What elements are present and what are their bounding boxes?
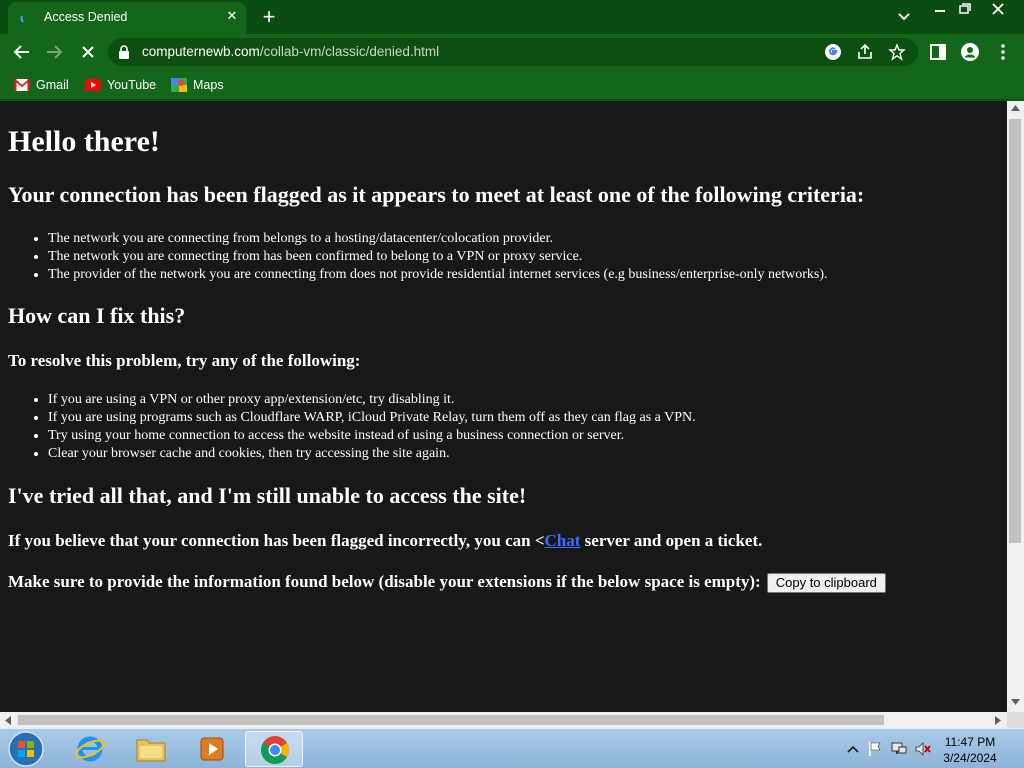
minimize-icon[interactable]: [928, 0, 952, 18]
close-window-icon[interactable]: [986, 0, 1010, 18]
contact-suffix: server and open a ticket.: [580, 531, 763, 550]
bookmark-star-icon[interactable]: [888, 43, 906, 61]
vertical-scrollbar[interactable]: [1007, 101, 1024, 712]
gmail-icon: [14, 79, 30, 91]
lock-icon[interactable]: [118, 45, 130, 59]
list-item: Clear your browser cache and cookies, th…: [48, 445, 696, 463]
clock-date: 3/24/2024: [943, 751, 997, 765]
tab-close-icon[interactable]: ✕: [224, 9, 240, 25]
bookmark-label: Gmail: [36, 78, 69, 92]
action-center-flag-icon[interactable]: [867, 741, 883, 757]
tab-access-denied[interactable]: Access Denied ✕: [8, 2, 246, 34]
network-icon[interactable]: [891, 741, 907, 757]
new-tab-button[interactable]: +: [258, 6, 280, 28]
taskbar-media-player[interactable]: [183, 731, 241, 767]
page-content: Hello there! Your connection has been fl…: [0, 101, 1007, 712]
taskbar-file-explorer[interactable]: [122, 731, 180, 767]
list-item: Try using your home connection to access…: [48, 427, 696, 445]
criteria-list: The network you are connecting from belo…: [48, 230, 827, 284]
address-bar[interactable]: computernewb.com/collab-vm/classic/denie…: [108, 38, 918, 66]
start-button-icon[interactable]: [6, 730, 46, 768]
contact-prefix: If you believe that your connection has …: [8, 531, 545, 550]
bookmark-youtube[interactable]: YouTube: [85, 76, 156, 94]
volume-muted-icon[interactable]: [915, 741, 931, 757]
bookmark-label: YouTube: [107, 78, 157, 92]
horizontal-scrollbar[interactable]: [0, 712, 1007, 728]
chat-link[interactable]: Chat: [545, 531, 581, 550]
system-clock[interactable]: 11:47 PM 3/24/2024: [935, 734, 1005, 766]
fixes-list: If you are using a VPN or other proxy ap…: [48, 391, 696, 463]
tab-search-icon[interactable]: [894, 8, 914, 26]
bookmarks-bar: Gmail YouTube Maps: [0, 70, 1024, 100]
side-panel-icon[interactable]: [928, 42, 948, 62]
bookmark-maps[interactable]: Maps: [171, 76, 224, 94]
maps-icon: [171, 78, 187, 92]
contact-line: If you believe that your connection has …: [8, 531, 762, 551]
forward-icon[interactable]: [43, 41, 65, 63]
list-item: If you are using programs such as Cloudf…: [48, 409, 696, 427]
url-text[interactable]: computernewb.com/collab-vm/classic/denie…: [142, 44, 439, 59]
url-host: computernewb.com: [142, 44, 260, 59]
show-hidden-icons-icon[interactable]: [845, 741, 861, 757]
copy-to-clipboard-button[interactable]: Copy to clipboard: [766, 573, 886, 594]
list-item: The provider of the network you are conn…: [48, 266, 827, 284]
back-icon[interactable]: [11, 41, 33, 63]
profile-icon[interactable]: [960, 42, 980, 62]
scroll-left-icon[interactable]: [5, 716, 11, 725]
scroll-up-icon[interactable]: [1011, 105, 1020, 111]
taskbar-internet-explorer[interactable]: [61, 731, 119, 767]
list-item: The network you are connecting from belo…: [48, 230, 827, 248]
scroll-down-icon[interactable]: [1011, 699, 1020, 705]
browser-titlebar: Access Denied ✕ +: [0, 0, 1024, 34]
window-controls: [928, 0, 1024, 20]
bookmark-gmail[interactable]: Gmail: [14, 76, 69, 94]
list-item: The network you are connecting from has …: [48, 248, 827, 266]
stop-loading-icon[interactable]: [77, 41, 99, 63]
menu-icon[interactable]: [993, 42, 1013, 62]
page-heading: Hello there!: [8, 125, 160, 158]
screen: Access Denied ✕ + computernewb.com/colla…: [0, 0, 1024, 768]
scroll-right-icon[interactable]: [995, 716, 1001, 725]
internet-explorer-icon: [75, 736, 105, 762]
scrollbar-corner: [1007, 712, 1024, 728]
taskbar-chrome[interactable]: [245, 731, 303, 767]
horizontal-scroll-thumb[interactable]: [18, 715, 884, 725]
clock-time: 11:47 PM: [944, 735, 996, 749]
share-icon[interactable]: [856, 43, 874, 61]
vertical-scroll-thumb[interactable]: [1009, 119, 1021, 543]
bookmark-label: Maps: [193, 78, 224, 92]
windows-taskbar: 11:47 PM 3/24/2024: [0, 728, 1024, 768]
resolve-subheading: To resolve this problem, try any of the …: [8, 351, 361, 370]
info-line: Make sure to provide the information fou…: [8, 572, 886, 594]
list-item: If you are using a VPN or other proxy ap…: [48, 391, 696, 409]
restore-icon[interactable]: [952, 0, 976, 18]
flagged-heading: Your connection has been flagged as it a…: [8, 182, 865, 207]
browser-toolbar: computernewb.com/collab-vm/classic/denie…: [0, 34, 1024, 70]
google-lens-icon[interactable]: [824, 43, 842, 61]
url-path: /collab-vm/classic/denied.html: [259, 44, 440, 59]
fix-heading: How can I fix this?: [8, 303, 186, 328]
folder-icon: [136, 739, 166, 762]
chrome-icon: [261, 736, 289, 764]
tab-title: Access Denied: [44, 10, 128, 24]
media-player-icon: [200, 737, 224, 761]
loading-icon: [20, 15, 24, 23]
info-text: Make sure to provide the information fou…: [8, 572, 761, 591]
tried-heading: I've tried all that, and I'm still unabl…: [8, 483, 527, 508]
youtube-icon: [85, 79, 101, 91]
